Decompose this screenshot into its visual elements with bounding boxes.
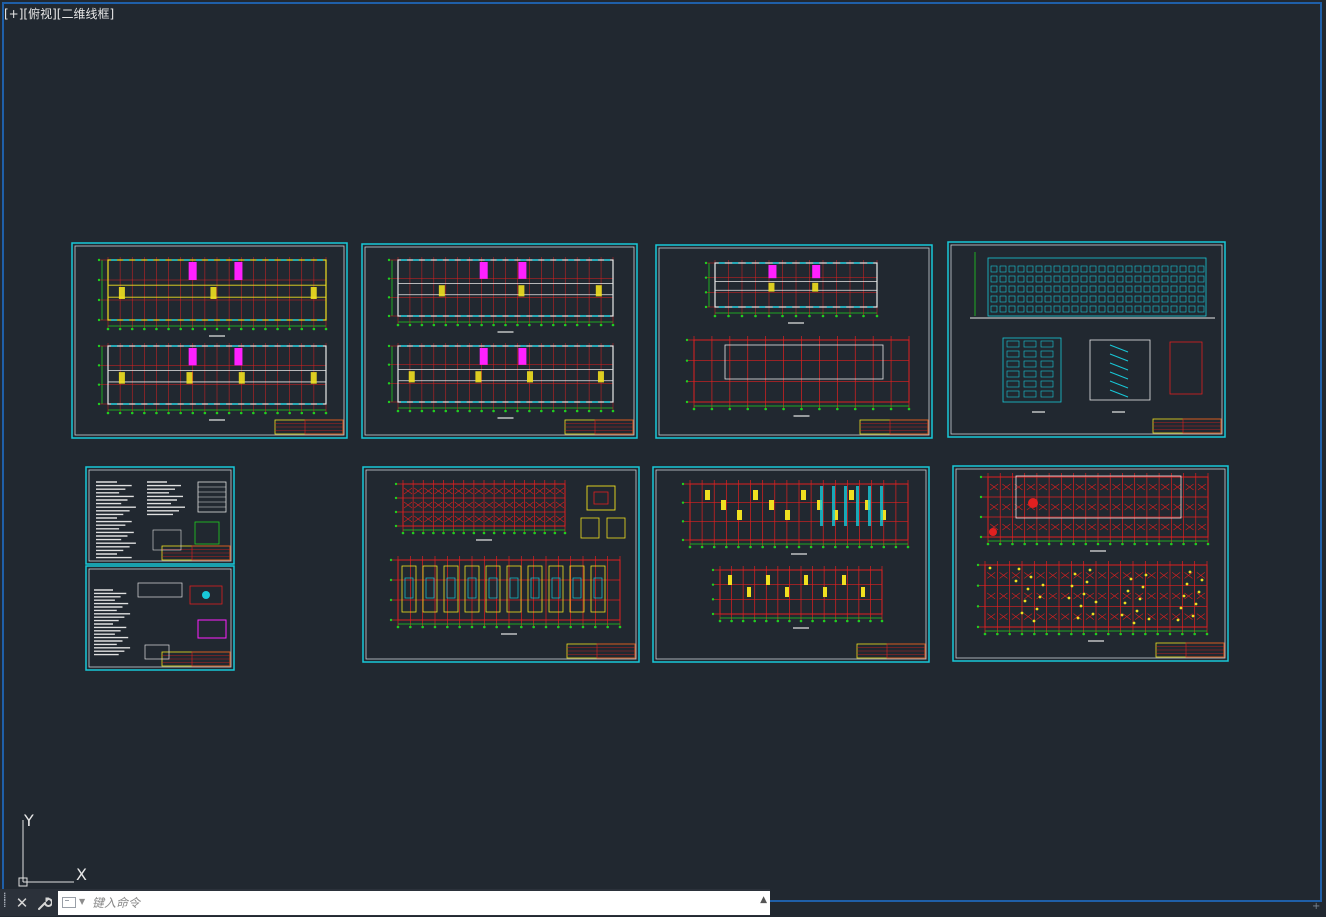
close-icon[interactable]: ✕ — [12, 892, 32, 914]
command-input-box[interactable]: ▼ ▲ — [58, 891, 770, 915]
sheet-1 — [71, 242, 348, 439]
grip-icon[interactable]: ⁞ ⁞ — [3, 891, 9, 913]
sheet-7 — [362, 466, 640, 663]
ucs-y-label: Y — [23, 811, 34, 830]
chevron-up-icon[interactable]: ▲ — [760, 895, 767, 905]
sheet-6 — [85, 565, 235, 671]
sheet-4 — [947, 241, 1226, 438]
ucs-x-label: X — [76, 865, 87, 884]
sheet-9 — [952, 465, 1229, 662]
drawing-canvas — [71, 241, 1229, 671]
sheet-5 — [85, 466, 235, 565]
command-input[interactable] — [92, 893, 752, 912]
wrench-icon[interactable] — [34, 892, 54, 914]
chevron-down-icon[interactable]: ▼ — [79, 897, 85, 906]
model-viewport[interactable]: [+][俯视][二维线框] Y X + — [0, 0, 1326, 916]
ucs-icon: Y X — [18, 811, 87, 887]
sheet-3 — [655, 244, 933, 439]
sheet-2 — [361, 243, 638, 439]
viewport-corner-icon: + — [1312, 901, 1321, 912]
command-prompt-icon[interactable] — [62, 897, 76, 908]
sheet-8 — [652, 466, 930, 663]
command-line-bar: ⁞⁞ ✕ ▼ ▲ — [0, 889, 770, 916]
